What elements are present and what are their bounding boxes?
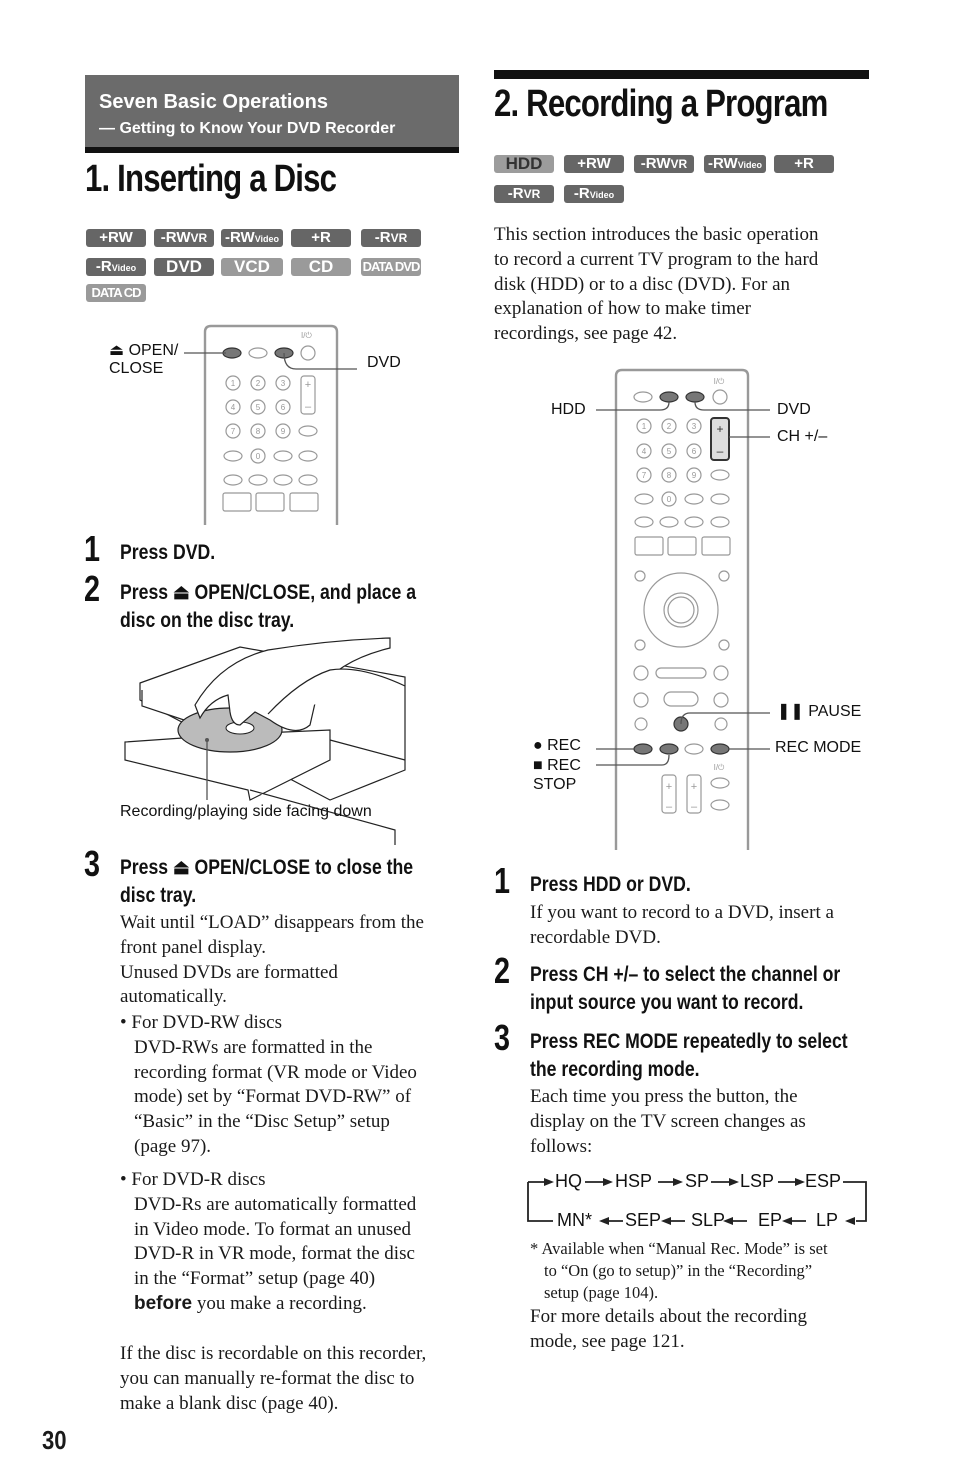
mode-mn: MN* bbox=[557, 1210, 592, 1230]
mode-hsp: HSP bbox=[615, 1171, 653, 1191]
mode-ep: EP bbox=[758, 1210, 783, 1230]
mode-slp: SLP bbox=[691, 1210, 726, 1230]
mode-lsp: LSP bbox=[740, 1171, 775, 1191]
mode-hq: HQ bbox=[555, 1171, 582, 1191]
more-details: For more details about the recording mod… bbox=[530, 1306, 808, 1352]
mode-sep: SEP bbox=[625, 1210, 662, 1230]
mode-esp: ESP bbox=[805, 1171, 842, 1191]
mode-lp: LP bbox=[816, 1210, 839, 1230]
mode-sp: SP bbox=[685, 1171, 710, 1191]
footnote: * Available when “Manual Rec. Mode” is s… bbox=[530, 1239, 828, 1302]
